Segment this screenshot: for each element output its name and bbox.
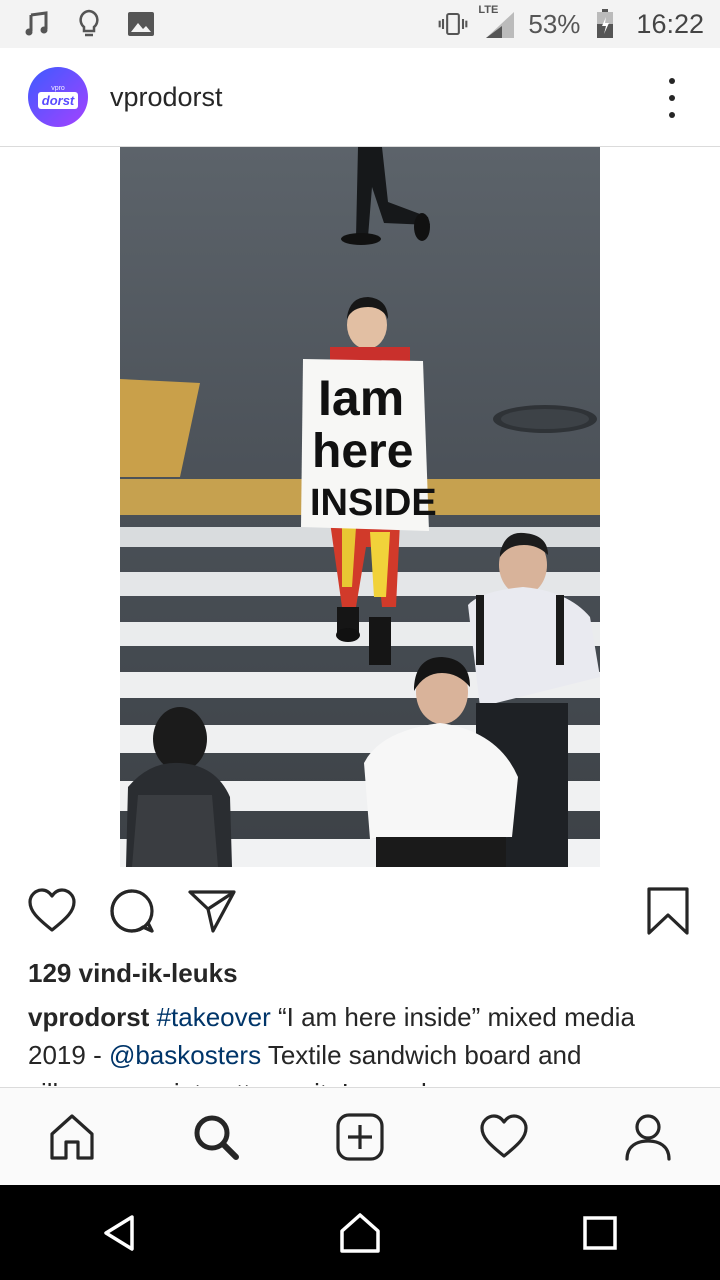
battery-icon (590, 9, 620, 39)
sign-line-1: Iam (318, 370, 404, 426)
status-bar: LTE 53% 16:22 (0, 0, 720, 48)
sign-line-2: here (312, 425, 413, 478)
bookmark-icon[interactable] (642, 885, 694, 937)
comment-icon[interactable] (106, 885, 158, 937)
share-icon[interactable] (186, 885, 238, 937)
home-icon[interactable] (42, 1107, 102, 1167)
caption-username[interactable]: vprodorst (28, 1002, 149, 1032)
image-icon (126, 9, 156, 39)
activity-heart-icon[interactable] (474, 1107, 534, 1167)
bottom-navigation (0, 1087, 720, 1186)
street-crossing-photo: Iam here INSIDE (120, 147, 600, 867)
post-header: vpro dorst vprodorst (0, 48, 720, 147)
avatar-brand: dorst (37, 92, 79, 109)
lightbulb-icon (74, 9, 104, 39)
vibrate-icon (438, 9, 468, 39)
music-note-icon (22, 9, 52, 39)
post-actions (0, 885, 720, 945)
home-circle-icon[interactable] (330, 1203, 390, 1263)
sign-line-3: INSIDE (310, 482, 437, 524)
post-photo[interactable]: Iam here INSIDE (120, 147, 600, 867)
system-navigation-bar (0, 1185, 720, 1280)
avatar[interactable]: vpro dorst (28, 67, 88, 127)
recents-icon[interactable] (570, 1203, 630, 1263)
post-username[interactable]: vprodorst (110, 82, 223, 113)
more-vertical-icon[interactable] (662, 78, 682, 118)
clock: 16:22 (636, 8, 704, 39)
search-icon[interactable] (186, 1107, 246, 1167)
profile-icon[interactable] (618, 1107, 678, 1167)
lte-signal-icon: LTE (478, 4, 518, 40)
battery-percent: 53% (528, 8, 581, 39)
post-caption: vprodorst #takeover “I am here inside” m… (28, 998, 698, 1086)
add-post-icon[interactable] (330, 1107, 390, 1167)
caption-hashtag[interactable]: #takeover (157, 1002, 271, 1032)
like-count[interactable]: 129 vind-ik-leuks (28, 958, 238, 989)
back-icon[interactable] (90, 1203, 150, 1263)
caption-mention[interactable]: @baskosters (109, 1040, 261, 1070)
avatar-small-text: vpro (51, 85, 65, 92)
heart-icon[interactable] (26, 885, 78, 937)
